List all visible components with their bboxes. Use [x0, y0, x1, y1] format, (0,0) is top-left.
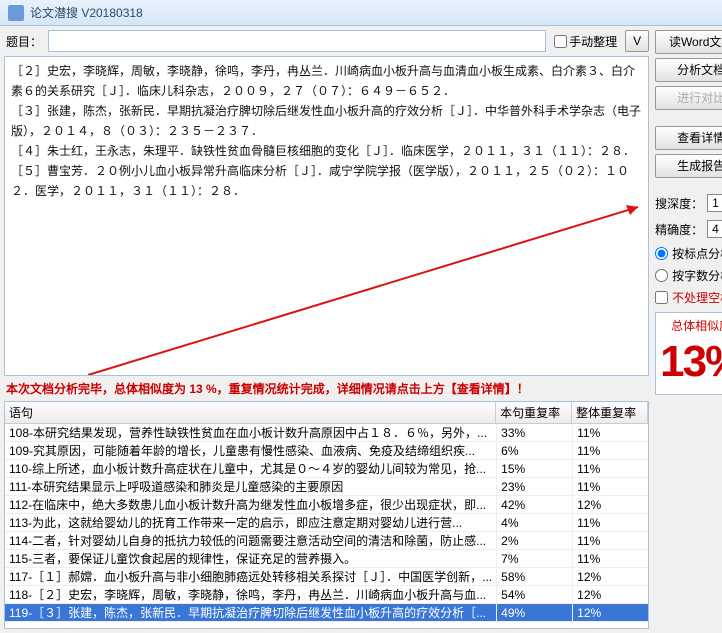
cell-sent-rate: 4%: [496, 514, 572, 531]
punct-radio-label: 按标点分析: [672, 245, 722, 262]
no-space-checkbox[interactable]: [655, 291, 668, 304]
cell-sent-rate: 58%: [496, 568, 572, 585]
cell-total-rate: 11%: [572, 442, 648, 459]
col-sentence[interactable]: 语句: [5, 402, 496, 423]
cell-sentence: 109-究其原因，可能随着年龄的增长，儿童患有慢性感染、血液病、免疫及结缔组织疾…: [5, 442, 496, 459]
manual-organize-check[interactable]: 手动整理: [550, 33, 621, 50]
cell-sentence: 114-二者，针对婴幼儿自身的抵抗力较低的问题需要注意活动空间的清洁和除菌，防止…: [5, 532, 496, 549]
cell-sentence: 119-［３］张建，陈杰，张新民．早期抗凝治疗脾切除后继发性血小板升高的疗效分析…: [5, 604, 496, 621]
table-header: 语句 本句重复率 整体重复率: [5, 402, 648, 424]
cell-total-rate: 11%: [572, 460, 648, 477]
sidebar: 读Word文档 分析文档 进行对比 查看详情 生成报告 搜深度： 1 精确度： …: [653, 26, 722, 633]
table-row[interactable]: 117-［１］郝嫦．血小板升高与非小细胞肺癌远处转移相关系探讨［Ｊ］．中国医学创…: [5, 568, 648, 586]
read-word-button[interactable]: 读Word文档: [655, 30, 722, 54]
cell-sent-rate: 6%: [496, 442, 572, 459]
char-radio-label: 按字数分析: [672, 267, 722, 284]
col-total-rate[interactable]: 整体重复率: [572, 402, 648, 423]
by-punct-radio[interactable]: 按标点分析: [655, 244, 722, 262]
no-space-label: 不处理空格: [672, 289, 722, 306]
cell-sent-rate: 49%: [496, 604, 572, 621]
ref-line[interactable]: ［３］张建，陈杰，张新民．早期抗凝治疗脾切除后继发性血小板升高的疗效分析［Ｊ］．…: [11, 101, 642, 141]
cell-sentence: 113-为此，这就给婴幼儿的抚育工作带来一定的启示，即应注意定期对婴幼儿进行营.…: [5, 514, 496, 531]
ref-line[interactable]: ［４］朱士红，王永志，朱理平．缺铁性贫血骨髓巨核细胞的变化［Ｊ］．临床医学，２０…: [11, 141, 642, 161]
cell-total-rate: 11%: [572, 550, 648, 567]
precision-select[interactable]: 4: [707, 220, 722, 238]
table-body[interactable]: 108-本研究结果发现，营养性缺铁性贫血在血小板计数升高原因中占１８．６％，另外…: [5, 424, 648, 628]
cell-sent-rate: 33%: [496, 424, 572, 441]
query-label: 题目：: [4, 33, 44, 50]
cell-sentence: 108-本研究结果发现，营养性缺铁性贫血在血小板计数升高原因中占１８．６％，另外…: [5, 424, 496, 441]
view-detail-button[interactable]: 查看详情: [655, 126, 722, 150]
punct-radio-input[interactable]: [655, 247, 668, 260]
char-radio-input[interactable]: [655, 269, 668, 282]
cell-sentence: 115-三者，要保证儿童饮食起居的规律性，保证充足的营养摄入。: [5, 550, 496, 567]
cell-sent-rate: 54%: [496, 586, 572, 603]
v-button[interactable]: V: [625, 30, 649, 52]
table-row[interactable]: 109-究其原因，可能随着年龄的增长，儿童患有慢性感染、血液病、免疫及结缔组织疾…: [5, 442, 648, 460]
cell-total-rate: 12%: [572, 496, 648, 513]
cell-sentence: 111-本研究结果显示上呼吸道感染和肺炎是儿童感染的主要原因: [5, 478, 496, 495]
query-row: 题目： 手动整理 V: [4, 30, 649, 52]
status-text: 本次文档分析完毕，总体相似度为 13 %，重复情况统计完成，详细情况请点击上方【…: [4, 376, 649, 401]
ref-line[interactable]: ［２］史宏，李晓辉，周敏，李晓静，徐鸣，李丹，冉丛兰．川崎病血小板升高与血清血小…: [11, 61, 642, 101]
cell-sentence: 117-［１］郝嫦．血小板升高与非小细胞肺癌远处转移相关系探讨［Ｊ］．中国医学创…: [5, 568, 496, 585]
depth-label: 搜深度：: [655, 195, 703, 212]
query-input[interactable]: [48, 30, 546, 52]
col-sent-rate[interactable]: 本句重复率: [496, 402, 572, 423]
reference-pane[interactable]: ［２］史宏，李晓辉，周敏，李晓静，徐鸣，李丹，冉丛兰．川崎病血小板升高与血清血小…: [4, 56, 649, 376]
cell-sent-rate: 7%: [496, 550, 572, 567]
precision-label: 精确度：: [655, 221, 703, 238]
table-row[interactable]: 112-在临床中，绝大多数患儿血小板计数升高为继发性血小板增多症，很少出现症状，…: [5, 496, 648, 514]
table-row[interactable]: 119-［３］张建，陈杰，张新民．早期抗凝治疗脾切除后继发性血小板升高的疗效分析…: [5, 604, 648, 622]
cell-total-rate: 11%: [572, 478, 648, 495]
titlebar: 论文潜搜 V20180318: [0, 0, 722, 26]
table-row[interactable]: 113-为此，这就给婴幼儿的抚育工作带来一定的启示，即应注意定期对婴幼儿进行营.…: [5, 514, 648, 532]
cell-total-rate: 12%: [572, 586, 648, 603]
cell-sent-rate: 23%: [496, 478, 572, 495]
cell-sentence: 110-综上所述，血小板计数升高症状在儿童中，尤其是０～４岁的婴幼儿间较为常见，…: [5, 460, 496, 477]
table-row[interactable]: 115-三者，要保证儿童饮食起居的规律性，保证充足的营养摄入。7%11%: [5, 550, 648, 568]
cell-total-rate: 12%: [572, 568, 648, 585]
compare-button: 进行对比: [655, 86, 722, 110]
cell-sent-rate: 15%: [496, 460, 572, 477]
table-row[interactable]: 108-本研究结果发现，营养性缺铁性贫血在血小板计数升高原因中占１８．６％，另外…: [5, 424, 648, 442]
cell-total-rate: 11%: [572, 514, 648, 531]
no-space-check[interactable]: 不处理空格: [655, 288, 722, 306]
manual-checkbox[interactable]: [554, 35, 567, 48]
cell-sent-rate: 42%: [496, 496, 572, 513]
cell-total-rate: 12%: [572, 604, 648, 621]
similarity-box: 总体相似度 13%: [655, 312, 722, 395]
analyze-button[interactable]: 分析文档: [655, 58, 722, 82]
app-icon: [8, 5, 24, 21]
ref-line[interactable]: ［５］曹宝芳．２０例小儿血小板异常升高临床分析［Ｊ］．咸宁学院学报（医学版），２…: [11, 161, 642, 201]
table-row[interactable]: 114-二者，针对婴幼儿自身的抵抗力较低的问题需要注意活动空间的清洁和除菌，防止…: [5, 532, 648, 550]
cell-sentence: 112-在临床中，绝大多数患儿血小板计数升高为继发性血小板增多症，很少出现症状，…: [5, 496, 496, 513]
table-row[interactable]: 110-综上所述，血小板计数升高症状在儿童中，尤其是０～４岁的婴幼儿间较为常见，…: [5, 460, 648, 478]
manual-label: 手动整理: [569, 33, 617, 50]
app-title: 论文潜搜 V20180318: [30, 4, 143, 21]
result-table: 语句 本句重复率 整体重复率 108-本研究结果发现，营养性缺铁性贫血在血小板计…: [4, 401, 649, 629]
depth-select[interactable]: 1: [707, 194, 722, 212]
cell-sentence: 118-［２］史宏，李晓辉，周敏，李晓静，徐鸣，李丹，冉丛兰．川崎病血小板升高与…: [5, 586, 496, 603]
cell-sent-rate: 2%: [496, 532, 572, 549]
cell-total-rate: 11%: [572, 424, 648, 441]
by-char-radio[interactable]: 按字数分析: [655, 266, 722, 284]
similarity-title: 总体相似度: [660, 317, 722, 334]
cell-total-rate: 11%: [572, 532, 648, 549]
generate-report-button[interactable]: 生成报告: [655, 154, 722, 178]
table-row[interactable]: 111-本研究结果显示上呼吸道感染和肺炎是儿童感染的主要原因23%11%: [5, 478, 648, 496]
table-row[interactable]: 118-［２］史宏，李晓辉，周敏，李晓静，徐鸣，李丹，冉丛兰．川崎病血小板升高与…: [5, 586, 648, 604]
similarity-value: 13%: [660, 334, 722, 390]
